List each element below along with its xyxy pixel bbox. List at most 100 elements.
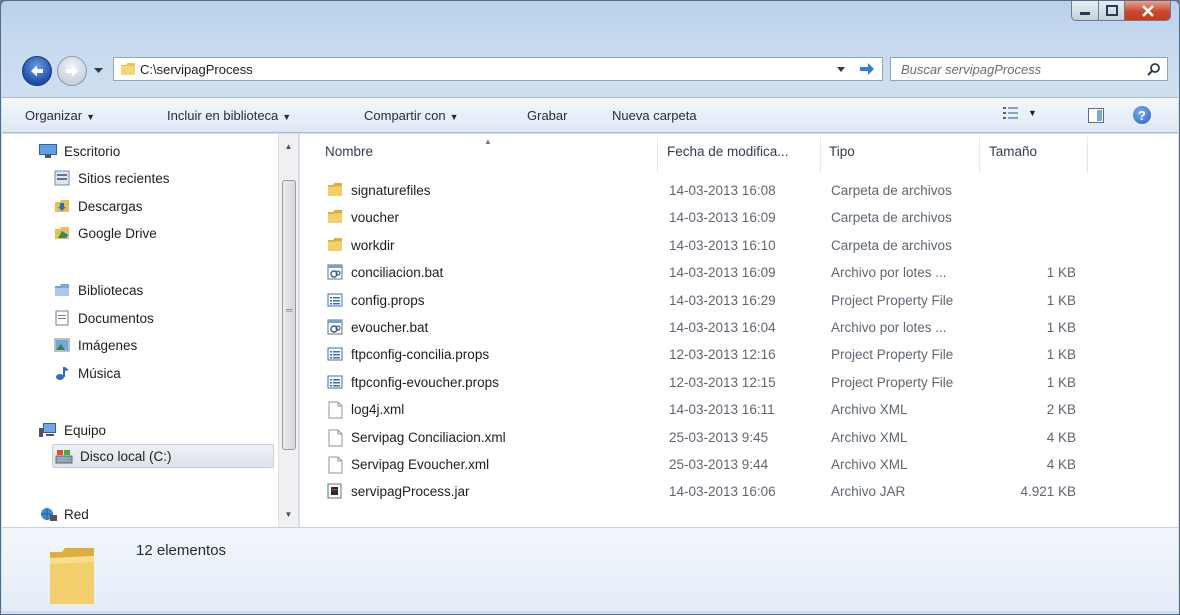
- address-bar[interactable]: C:\servipagProcess: [113, 57, 883, 81]
- search-icon[interactable]: [1147, 62, 1161, 76]
- navigation-pane: Escritorio Sitios recientes Descargas Go…: [2, 134, 299, 527]
- new-folder-button[interactable]: Nueva carpeta: [612, 108, 697, 123]
- file-type: Project Property File: [831, 347, 954, 363]
- share-with-label: Compartir con: [364, 108, 446, 123]
- include-library-menu[interactable]: Incluir en biblioteca ▼: [167, 108, 291, 123]
- recent-places-icon: [53, 170, 71, 186]
- nav-item-red[interactable]: Red: [39, 502, 89, 526]
- file-name: Servipag Evoucher.xml: [351, 457, 490, 472]
- burn-label: Grabar: [527, 108, 568, 123]
- column-header-date[interactable]: Fecha de modifica...: [667, 144, 789, 159]
- help-button[interactable]: ?: [1133, 106, 1151, 124]
- file-row[interactable]: workdir 14-03-2013 16:10 Carpeta de archiv…: [300, 232, 1178, 259]
- file-date: 25-03-2013 9:44: [669, 457, 769, 472]
- item-count: 12 elementos: [136, 542, 227, 559]
- column-header-type[interactable]: Tipo: [829, 144, 855, 159]
- file-row[interactable]: Servipag Conciliacion.xml 25-03-2013 9:45…: [300, 424, 1178, 451]
- google-drive-icon: [53, 225, 71, 241]
- nav-scrollbar[interactable]: ▲ ═ ▼: [278, 134, 298, 527]
- nav-item-sitios-recientes[interactable]: Sitios recientes: [53, 166, 170, 190]
- back-button[interactable]: [22, 56, 52, 86]
- file-name: Servipag Conciliacion.xml: [351, 429, 506, 445]
- file-date: 14-03-2013 16:29: [669, 292, 776, 308]
- nav-item-musica[interactable]: Música: [53, 361, 121, 385]
- chevron-down-icon: [93, 68, 103, 73]
- file-size: 1 KB: [1046, 374, 1076, 390]
- change-view-button[interactable]: ▼: [1002, 106, 1037, 120]
- include-library-label: Incluir en biblioteca: [167, 108, 279, 123]
- file-date: 14-03-2013 16:10: [669, 237, 776, 253]
- preview-pane-button[interactable]: [1088, 108, 1104, 123]
- file-row[interactable]: config.props 14-03-2013 16:29 Project Prop…: [300, 287, 1178, 314]
- file-type: Project Property File: [831, 374, 954, 390]
- recent-pages-dropdown[interactable]: [91, 63, 105, 79]
- chevron-down-icon: ▼: [282, 112, 292, 122]
- arrow-right-icon: [66, 65, 78, 77]
- properties-file-icon: [327, 374, 343, 391]
- column-header-size[interactable]: Tamaño: [989, 144, 1037, 159]
- search-box[interactable]: [890, 57, 1168, 81]
- minimize-button[interactable]: [1071, 1, 1099, 21]
- file-name: evoucher.bat: [351, 320, 429, 335]
- file-row[interactable]: signaturefiles 14-03-2013 16:08 Carpeta de…: [300, 177, 1178, 204]
- chevron-down-icon[interactable]: [836, 63, 848, 75]
- file-row[interactable]: Servipag Evoucher.xml 25-03-2013 9:44 Arch…: [300, 451, 1178, 478]
- file-type: Archivo XML: [831, 402, 908, 418]
- file-type: Project Property File: [831, 292, 954, 308]
- address-row: C:\servipagProcess: [1, 51, 1179, 89]
- computer-icon: [39, 422, 57, 438]
- file-row[interactable]: voucher 14-03-2013 16:09 Carpeta de archiv…: [300, 204, 1178, 231]
- jar-file-icon: [327, 483, 343, 500]
- column-divider[interactable]: [979, 137, 980, 173]
- desktop-icon: [39, 143, 57, 159]
- file-date: 12-03-2013 12:15: [669, 374, 776, 390]
- share-with-menu[interactable]: Compartir con ▼: [364, 108, 459, 123]
- file-date: 14-03-2013 16:09: [669, 210, 776, 226]
- nav-item-label: Equipo: [64, 422, 107, 438]
- nav-item-disco-local[interactable]: Disco local (C:): [52, 444, 274, 468]
- nav-item-bibliotecas[interactable]: Bibliotecas: [53, 278, 143, 302]
- file-row[interactable]: servipagProcess.jar 14-03-2013 16:06 Archi…: [300, 478, 1178, 505]
- search-input[interactable]: [901, 61, 1141, 77]
- column-divider[interactable]: [657, 137, 658, 173]
- file-date: 14-03-2013 16:11: [669, 402, 775, 418]
- file-row[interactable]: conciliacion.bat 14-03-2013 16:09 Archivo …: [300, 259, 1178, 286]
- file-type: Archivo JAR: [831, 484, 906, 500]
- file-row[interactable]: ftpconfig-concilia.props 12-03-2013 12:16…: [300, 341, 1178, 368]
- properties-file-icon: [327, 346, 343, 363]
- scroll-up-icon[interactable]: ▲: [279, 138, 298, 155]
- file-type: Carpeta de archivos: [831, 183, 952, 198]
- scroll-thumb[interactable]: ═: [282, 180, 296, 450]
- file-type: Archivo por lotes ...: [831, 265, 947, 281]
- nav-item-documentos[interactable]: Documentos: [53, 306, 154, 330]
- file-date: 14-03-2013 16:08: [669, 183, 776, 198]
- nav-item-descargas[interactable]: Descargas: [53, 194, 143, 218]
- go-button[interactable]: [854, 59, 880, 79]
- file-date: 14-03-2013 16:06: [669, 484, 776, 500]
- column-header-name[interactable]: Nombre: [325, 144, 373, 159]
- file-size: 1 KB: [1046, 320, 1076, 335]
- file-row[interactable]: ftpconfig-evoucher.props 12-03-2013 12:15…: [300, 369, 1178, 396]
- nav-item-equipo[interactable]: Equipo: [39, 418, 106, 442]
- details-pane: 12 elementos: [2, 527, 1178, 611]
- go-arrow-icon: [860, 63, 874, 75]
- close-button[interactable]: [1125, 1, 1171, 21]
- file-name: ftpconfig-concilia.props: [351, 347, 490, 363]
- column-divider[interactable]: [1087, 137, 1088, 173]
- file-row[interactable]: evoucher.bat 14-03-2013 16:04 Archivo por …: [300, 314, 1178, 341]
- chevron-down-icon: ▼: [449, 112, 459, 122]
- nav-item-google-drive[interactable]: Google Drive: [53, 221, 157, 245]
- nav-item-escritorio[interactable]: Escritorio: [39, 139, 120, 163]
- organize-menu[interactable]: Organizar ▼: [25, 108, 95, 123]
- file-row[interactable]: log4j.xml 14-03-2013 16:11 Archivo XML 2 KB: [300, 396, 1178, 423]
- music-icon: [53, 365, 71, 381]
- burn-button[interactable]: Grabar: [527, 108, 567, 123]
- nav-item-label: Red: [64, 506, 89, 522]
- close-icon: [1141, 4, 1154, 17]
- pictures-icon: [53, 337, 71, 353]
- scroll-down-icon[interactable]: ▼: [279, 506, 298, 523]
- column-divider[interactable]: [820, 137, 821, 173]
- forward-button[interactable]: [57, 56, 87, 86]
- nav-item-imagenes[interactable]: Imágenes: [53, 333, 137, 357]
- maximize-button[interactable]: [1099, 1, 1125, 21]
